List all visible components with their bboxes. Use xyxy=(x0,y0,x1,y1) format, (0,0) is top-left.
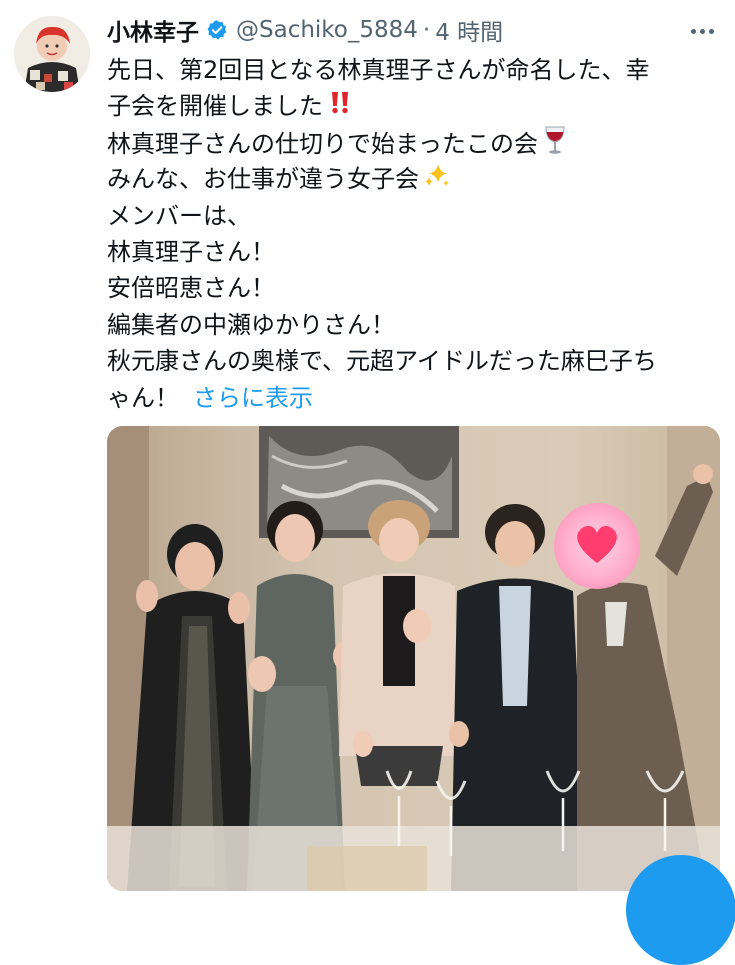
tweet-line: 秋元康さんの奥様で、元超アイドルだった麻巳子ち xyxy=(107,347,657,376)
tweet-line: メンバーは、 xyxy=(107,201,251,230)
avatar[interactable] xyxy=(14,16,90,92)
tweet-text: 先日、第2回目となる林真理子さんが命名した、幸 子会を開催しました 林真理子さん… xyxy=(107,52,717,416)
more-options-icon[interactable] xyxy=(685,16,719,46)
author-name[interactable]: 小林幸子 xyxy=(107,13,199,47)
tweet-photo[interactable] xyxy=(107,426,720,891)
show-more-link[interactable]: さらに表示 xyxy=(193,384,313,412)
separator-dot: · xyxy=(422,17,431,43)
verified-badge-icon xyxy=(207,20,227,40)
double-exclamation-icon xyxy=(327,89,353,125)
tweet-line: 編集者の中瀬ゆかりさん！ xyxy=(107,310,395,339)
tweet-timestamp[interactable]: 4 時間 xyxy=(435,13,503,47)
tweet-header: 小林幸子 @Sachiko_5884 · 4 時間 xyxy=(107,12,503,48)
tweet-line: 安倍昭恵さん！ xyxy=(107,274,275,303)
sparkles-icon xyxy=(423,161,451,199)
tweet-line: 林真理子さん！ xyxy=(107,237,275,266)
author-handle[interactable]: @Sachiko_5884 xyxy=(236,17,418,43)
tweet-line: 子会を開催しました xyxy=(107,88,717,124)
tweet-line: みんな、お仕事が違う女子会 xyxy=(107,161,717,197)
tweet-line: 林真理子さんの仕切りで始まったこの会 xyxy=(107,125,717,161)
tweet-line: ゃん！ さらに表示 xyxy=(107,383,313,412)
tweet-line: 先日、第2回目となる林真理子さんが命名した、幸 xyxy=(107,56,650,84)
compose-button[interactable] xyxy=(626,855,735,965)
wine-glass-icon xyxy=(542,125,568,165)
